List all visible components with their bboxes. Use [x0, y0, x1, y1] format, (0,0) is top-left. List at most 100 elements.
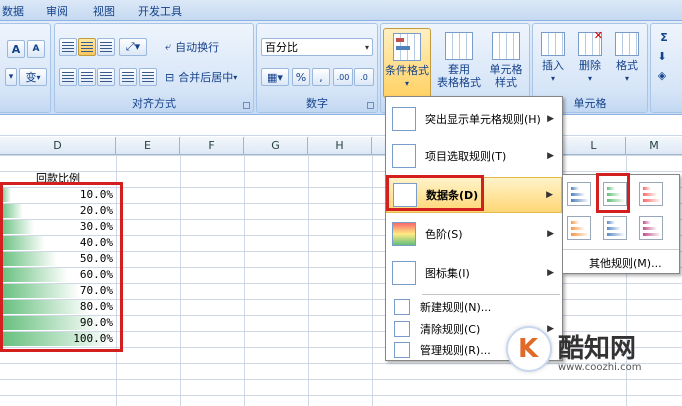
insert-button[interactable]: 插入 ▾ [535, 28, 571, 92]
menu-item-icon-sets[interactable]: 图标集(I) ▶ [386, 255, 562, 291]
number-launcher-icon[interactable] [367, 102, 374, 109]
menu-item-highlight-rules[interactable]: 突出显示单元格规则(H) ▶ [386, 101, 562, 137]
orientation-button[interactable]: ⤢▾ [119, 38, 147, 56]
swatch-bar [643, 193, 657, 196]
align-bottom-button[interactable] [97, 38, 115, 56]
color-scales-icon [392, 222, 416, 246]
align-middle-button[interactable] [78, 38, 96, 56]
icon-red-bar [396, 38, 404, 42]
data-bar-purple[interactable] [639, 216, 663, 240]
align-left-button[interactable] [59, 68, 77, 86]
column-header-d[interactable]: D [0, 137, 116, 155]
clear-button[interactable]: ◈ [654, 66, 670, 84]
tab-developer[interactable]: 开发工具 [138, 3, 182, 19]
data-bar-blue[interactable] [567, 182, 591, 206]
format-button[interactable]: 格式 ▾ [609, 28, 645, 92]
align-middle-icon [81, 42, 93, 52]
column-header-e[interactable]: E [116, 137, 180, 155]
swatch-bar [607, 227, 621, 230]
column-header-m[interactable]: M [626, 137, 682, 155]
cell-styles-button[interactable]: 单元格 样式 [483, 28, 529, 92]
ribbon-tabs: 数据 审阅 视图 开发工具 [0, 0, 682, 21]
data-bar-red[interactable] [639, 182, 663, 206]
decrease-decimal-button[interactable]: .0 [354, 68, 374, 86]
border-dropdown[interactable]: ▾ [5, 68, 17, 86]
phonetic-button[interactable]: 变 ▾ [19, 68, 47, 86]
column-header-l[interactable]: L [562, 137, 626, 155]
grow-font-button[interactable]: A [7, 40, 25, 58]
menu-item-top-bottom[interactable]: 项目选取规则(T) ▶ [386, 138, 562, 174]
number-group-label: 数字 [306, 97, 328, 110]
chevron-right-icon: ▶ [547, 268, 554, 278]
number-format-dropdown[interactable]: 百分比 ▾ [261, 38, 373, 56]
watermark-url: www.coozhi.com [558, 362, 642, 373]
chevron-right-icon: ▶ [546, 190, 553, 200]
align-right-icon [100, 72, 112, 82]
comma-button[interactable]: , [312, 68, 330, 86]
annotation-highlight-green-bar [596, 173, 630, 213]
wrap-text-button[interactable]: ⤶ 自动换行 [165, 38, 245, 56]
formula-bar[interactable] [0, 116, 682, 136]
alignment-group: ⤢▾ ⤶ 自动换行 ⊟ 合并后居中 ▾ 对齐方式 [54, 23, 254, 113]
swatch-bar [643, 187, 651, 190]
grid-line [244, 155, 245, 406]
increase-decimal-button[interactable]: .00 [333, 68, 353, 86]
conditional-format-label: 条件格式 [385, 64, 429, 77]
clear-rules-icon [394, 321, 410, 337]
align-right-button[interactable] [97, 68, 115, 86]
autosum-button[interactable]: Σ [654, 28, 674, 46]
decrease-indent-button[interactable] [119, 68, 137, 86]
tab-review[interactable]: 审阅 [46, 3, 68, 19]
number-format-value: 百分比 [265, 41, 298, 54]
cell-styles-icon [492, 32, 520, 60]
grid-line [180, 155, 181, 406]
alignment-launcher-icon[interactable] [243, 102, 250, 109]
annotation-highlight-cells [0, 182, 123, 352]
delete-button[interactable]: ✕ 删除 ▾ [572, 28, 608, 92]
increase-indent-button[interactable] [139, 68, 157, 86]
icon-blue-bar [396, 46, 410, 50]
conditional-format-button[interactable]: 条件格式 ▾ [383, 28, 431, 98]
tab-view[interactable]: 视图 [93, 3, 115, 19]
decrease-indent-icon [122, 72, 134, 82]
new-rule-icon [394, 299, 410, 315]
menu-item-label: 色阶(S) [425, 228, 463, 241]
chevron-right-icon: ▶ [547, 151, 554, 161]
wrap-text-label: 自动换行 [175, 41, 220, 54]
menu-item-new-rule[interactable]: 新建规则(N)... [386, 296, 562, 318]
chevron-down-icon: ▾ [624, 74, 629, 83]
data-bar-lightblue[interactable] [603, 216, 627, 240]
currency-button[interactable]: ▦▾ [261, 68, 289, 86]
column-header-f[interactable]: F [180, 137, 244, 155]
column-header-h[interactable]: H [308, 137, 372, 155]
format-as-table-button[interactable]: 套用 表格格式 [436, 28, 482, 92]
wrap-icon: ⤶ [165, 40, 172, 53]
swatch-bar [571, 199, 589, 202]
chevron-down-icon: ▾ [36, 72, 41, 82]
align-center-button[interactable] [78, 68, 96, 86]
column-header-g[interactable]: G [244, 137, 308, 155]
ribbon: A A ▾ 变 ▾ ⤢▾ ⤶ 自动换行 ⊟ 合并后居中 ▾ 对齐方式 百分比 ▾ ▦▾ %… [0, 21, 682, 115]
data-bar-orange[interactable] [567, 216, 591, 240]
shrink-font-button[interactable]: A [27, 40, 45, 58]
tab-data[interactable]: 数据 [2, 3, 24, 19]
swatch-bar [643, 199, 661, 202]
chevron-down-icon: ▾ [233, 72, 238, 82]
increase-indent-icon [142, 72, 154, 82]
merge-center-button[interactable]: ⊟ 合并后居中 ▾ [165, 68, 249, 86]
percent-button[interactable]: % [292, 68, 310, 86]
grid-line [308, 155, 309, 406]
menu-item-label: 管理规则(R)... [420, 344, 491, 357]
insert-icon [541, 32, 565, 56]
align-top-icon [62, 42, 74, 52]
fill-button[interactable]: ⬇ [654, 47, 670, 65]
swatch-bar [571, 187, 579, 190]
chevron-right-icon: ▶ [547, 114, 554, 124]
orientation-icon: ⤢▾ [125, 40, 141, 53]
menu-item-color-scales[interactable]: 色阶(S) ▶ [386, 216, 562, 252]
submenu-separator [563, 249, 679, 250]
swatch-bar [571, 227, 585, 230]
align-top-button[interactable] [59, 38, 77, 56]
more-rules-item[interactable]: 其他规则(M)... [589, 255, 662, 271]
swatch-bar [607, 233, 625, 236]
